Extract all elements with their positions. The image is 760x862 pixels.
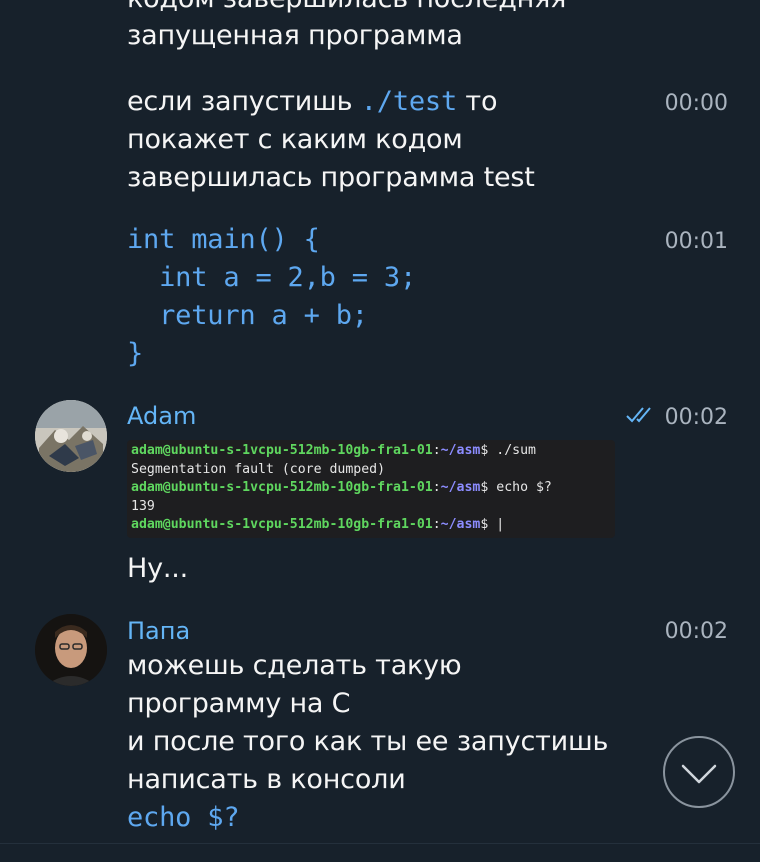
- message-text-line: Ну...: [127, 553, 189, 584]
- message-text: то: [457, 86, 498, 117]
- terminal-line: adam@ubuntu-s-1vcpu-512mb-10gb-fra1-01:~…: [131, 479, 615, 498]
- terminal-line: Segmentation fault (core dumped): [131, 461, 386, 477]
- code-line: int main() {: [127, 224, 320, 255]
- divider: [0, 843, 760, 844]
- message-time: 00:02: [664, 619, 728, 644]
- message-time: 00:00: [664, 91, 728, 116]
- prompt-user: adam@ubuntu-s-1vcpu-512mb-10gb-fra1-01: [131, 443, 433, 458]
- message-text-line: завершилась программа test: [127, 162, 535, 193]
- terminal-cursor: |: [496, 517, 505, 532]
- message-text-line: покажет с каким кодом: [127, 124, 463, 155]
- prompt-end: $: [480, 517, 497, 532]
- prompt-user: adam@ubuntu-s-1vcpu-512mb-10gb-fra1-01: [131, 517, 433, 532]
- prompt-path: ~/asm: [440, 517, 481, 532]
- message-text-line: если запустишь ./test то: [127, 83, 497, 121]
- inline-code: echo $?: [127, 802, 240, 833]
- prompt-sep: :: [432, 517, 441, 532]
- terminal-screenshot-image[interactable]: adam@ubuntu-s-1vcpu-512mb-10gb-fra1-01:~…: [127, 440, 615, 538]
- message-time: 00:01: [664, 229, 728, 254]
- prompt-end: $: [480, 480, 497, 495]
- message-text-line: и после того как ты ее запустишь: [127, 726, 609, 757]
- message-text-line: можешь сделать такую: [127, 650, 462, 681]
- terminal-line: 139: [131, 498, 155, 514]
- prompt-sep: :: [432, 480, 441, 495]
- message-text-line: программу на С: [127, 688, 351, 719]
- prompt-end: $: [480, 443, 497, 458]
- code-line: int a = 2,b = 3;: [127, 262, 416, 293]
- sender-name[interactable]: Папа: [127, 617, 190, 645]
- terminal-command: ./sum: [496, 443, 536, 458]
- scroll-to-bottom-button[interactable]: [663, 736, 735, 808]
- code-line: }: [127, 338, 144, 369]
- message-text-line: кодом завершилась последняя: [127, 0, 566, 18]
- message-time: 00:02: [664, 405, 728, 430]
- message-text: если запустишь: [127, 86, 361, 117]
- double-check-icon: [626, 405, 656, 425]
- chevron-down-icon: [681, 764, 717, 784]
- inline-code: ./test: [360, 86, 458, 117]
- terminal-line: adam@ubuntu-s-1vcpu-512mb-10gb-fra1-01:~…: [131, 442, 615, 461]
- avatar-photo: [35, 614, 107, 686]
- prompt-path: ~/asm: [440, 443, 481, 458]
- prompt-path: ~/asm: [440, 480, 481, 495]
- prompt-sep: :: [432, 443, 441, 458]
- code-line: return a + b;: [127, 300, 368, 331]
- terminal-command: echo $?: [496, 480, 552, 495]
- message-text-line: написать в консоли: [127, 764, 406, 795]
- avatar[interactable]: [35, 614, 107, 686]
- sender-name[interactable]: Adam: [127, 402, 196, 430]
- prompt-user: adam@ubuntu-s-1vcpu-512mb-10gb-fra1-01: [131, 480, 433, 495]
- terminal-line: adam@ubuntu-s-1vcpu-512mb-10gb-fra1-01:~…: [131, 516, 615, 535]
- message-text-line: запущенная программа: [127, 20, 463, 51]
- avatar[interactable]: [35, 400, 107, 472]
- avatar-photo: [35, 400, 107, 472]
